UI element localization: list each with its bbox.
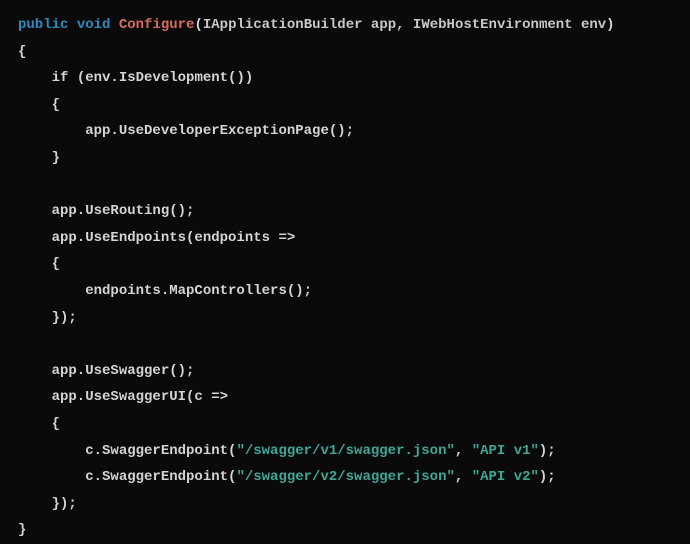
paren-open: ( [194,17,202,33]
code-text: c.SwaggerEndpoint( [18,443,236,459]
param2-type: IWebHostEnvironment [405,17,573,33]
code-text: , [455,443,472,459]
param2-name: env [573,17,607,33]
keyword-void: void [77,17,111,33]
string-literal: "/swagger/v2/swagger.json" [236,469,454,485]
code-line: app.UseRouting(); [18,203,194,219]
code-line: { [18,256,60,272]
param1-name: app, [363,17,405,33]
code-line: }); [18,496,77,512]
if-condition: (env.IsDevelopment()) [68,70,253,86]
code-text: ); [539,469,556,485]
keyword-if: if [52,70,69,86]
keyword-public: public [18,17,68,33]
code-line: app.UseDeveloperExceptionPage(); [18,123,354,139]
brace-close: } [18,522,26,538]
string-literal: "API v2" [472,469,539,485]
code-line: endpoints.MapControllers(); [18,283,312,299]
code-line: { [18,97,60,113]
code-block: public void Configure(IApplicationBuilde… [18,12,672,544]
method-name: Configure [119,17,195,33]
brace-open: { [18,44,26,60]
paren-close: ) [606,17,614,33]
code-line: app.UseSwagger(); [18,363,194,379]
code-line: app.UseEndpoints(endpoints => [18,230,295,246]
code-line: app.UseSwaggerUI(c => [18,389,228,405]
string-literal: "API v1" [472,443,539,459]
param1-type: IApplicationBuilder [203,17,363,33]
code-line: { [18,416,60,432]
string-literal: "/swagger/v1/swagger.json" [236,443,454,459]
code-text: ); [539,443,556,459]
code-line: }); [18,310,77,326]
code-text: c.SwaggerEndpoint( [18,469,236,485]
code-text: , [455,469,472,485]
code-line: } [18,150,60,166]
